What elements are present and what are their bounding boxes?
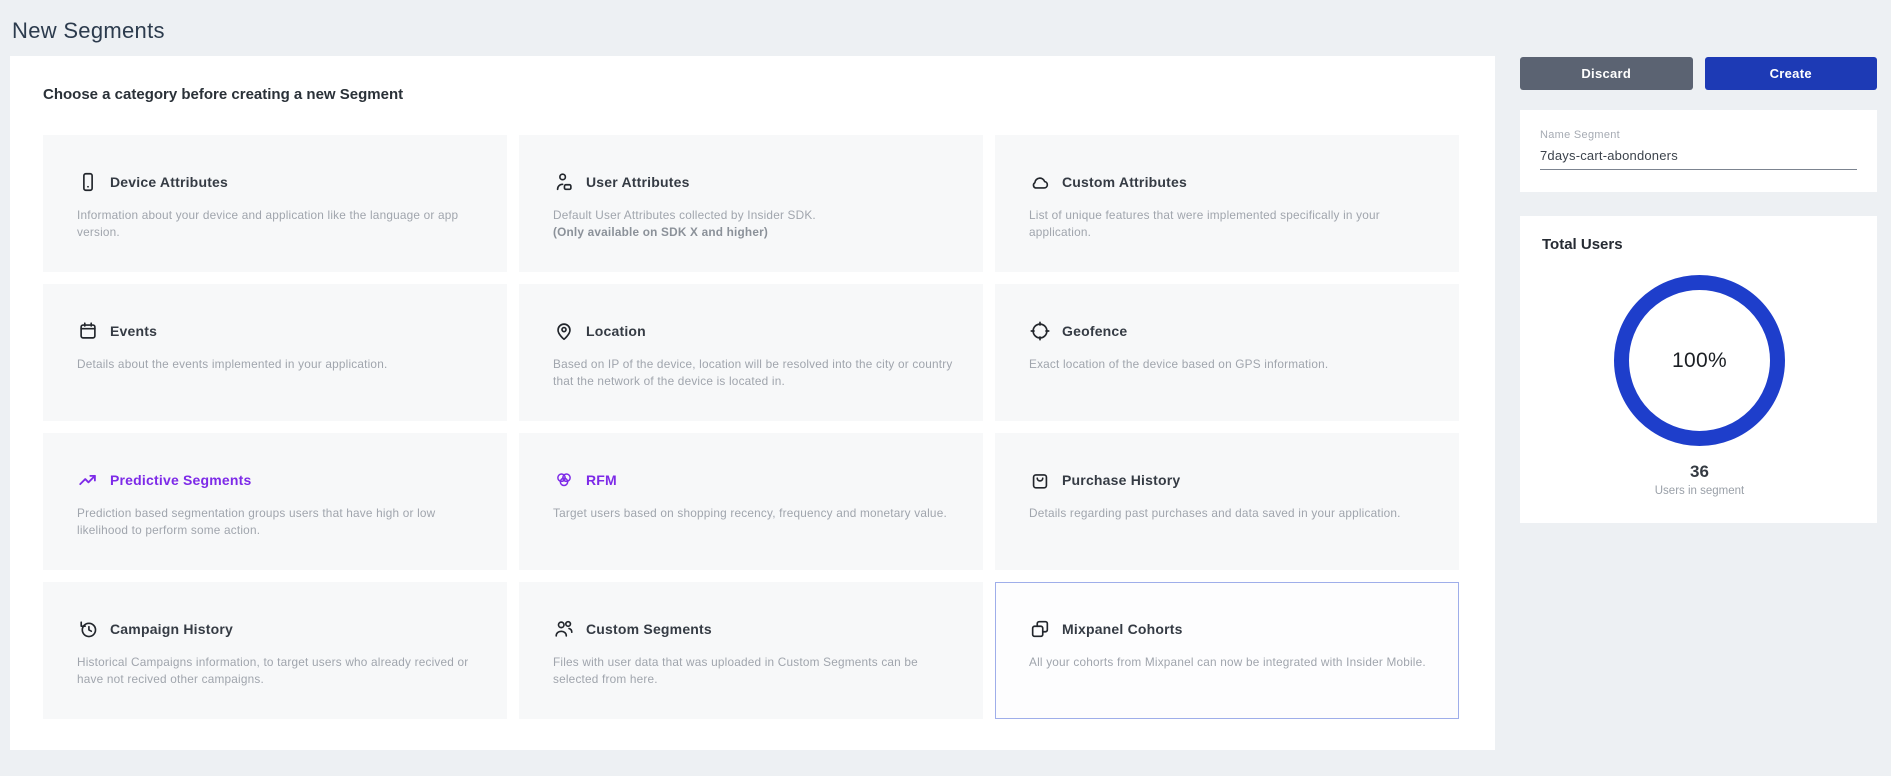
card-head: Geofence	[1029, 319, 1436, 343]
category-card-campaign-history[interactable]: Campaign History Historical Campaigns in…	[43, 582, 507, 719]
calendar-icon	[77, 320, 99, 342]
total-users-heading: Total Users	[1542, 236, 1857, 253]
total-users-card: Total Users 100% 36 Users in segment	[1520, 216, 1877, 523]
venn-icon	[553, 469, 575, 491]
history-clock-icon	[77, 618, 99, 640]
category-title: Events	[110, 323, 157, 339]
overlap-squares-icon	[1029, 618, 1051, 640]
category-card-geofence[interactable]: Geofence Exact location of the device ba…	[995, 284, 1459, 421]
category-card-custom-attributes[interactable]: Custom Attributes List of unique feature…	[995, 135, 1459, 272]
shopping-bag-icon	[1029, 469, 1051, 491]
name-segment-label: Name Segment	[1540, 129, 1857, 141]
category-card-user-attributes[interactable]: User Attributes Default User Attributes …	[519, 135, 983, 272]
category-title: Location	[586, 323, 646, 339]
card-head: Events	[77, 319, 484, 343]
category-description: Default User Attributes collected by Ins…	[553, 207, 955, 224]
category-description-note: (Only available on SDK X and higher)	[553, 224, 955, 241]
category-description: Target users based on shopping recency, …	[553, 505, 955, 522]
category-title: Purchase History	[1062, 472, 1180, 488]
category-description: Information about your device and applic…	[77, 207, 479, 241]
category-title: Mixpanel Cohorts	[1062, 621, 1183, 637]
card-head: Custom Segments	[553, 617, 960, 641]
card-head: RFM	[553, 468, 960, 492]
category-title: Custom Attributes	[1062, 174, 1187, 190]
category-title: Custom Segments	[586, 621, 712, 637]
category-card-custom-segments[interactable]: Custom Segments Files with user data tha…	[519, 582, 983, 719]
card-head: Custom Attributes	[1029, 170, 1436, 194]
category-panel: Choose a category before creating a new …	[10, 56, 1495, 750]
crosshair-icon	[1029, 320, 1051, 342]
category-description: Files with user data that was uploaded i…	[553, 654, 955, 688]
discard-button[interactable]: Discard	[1520, 57, 1693, 90]
card-head: Location	[553, 319, 960, 343]
category-description: Details regarding past purchases and dat…	[1029, 505, 1431, 522]
category-description: Exact location of the device based on GP…	[1029, 356, 1431, 373]
category-title: Geofence	[1062, 323, 1127, 339]
category-title: User Attributes	[586, 174, 690, 190]
category-card-predictive-segments[interactable]: Predictive Segments Prediction based seg…	[43, 433, 507, 570]
category-description: List of unique features that were implem…	[1029, 207, 1431, 241]
trend-up-icon	[77, 469, 99, 491]
category-title: RFM	[586, 472, 617, 488]
new-segments-page: New Segments Choose a category before cr…	[0, 0, 1891, 776]
category-card-mixpanel-cohorts[interactable]: Mixpanel Cohorts All your cohorts from M…	[995, 582, 1459, 719]
card-head: Device Attributes	[77, 170, 484, 194]
create-button[interactable]: Create	[1705, 57, 1878, 90]
card-head: Campaign History	[77, 617, 484, 641]
category-card-events[interactable]: Events Details about the events implemen…	[43, 284, 507, 421]
category-description: Details about the events implemented in …	[77, 356, 479, 373]
card-head: User Attributes	[553, 170, 960, 194]
category-description: Based on IP of the device, location will…	[553, 356, 955, 390]
card-head: Mixpanel Cohorts	[1029, 617, 1436, 641]
category-card-rfm[interactable]: RFM Target users based on shopping recen…	[519, 433, 983, 570]
layout: Choose a category before creating a new …	[0, 56, 1891, 750]
category-title: Predictive Segments	[110, 472, 252, 488]
users-caption: Users in segment	[1542, 485, 1857, 497]
category-title: Campaign History	[110, 621, 233, 637]
category-title: Device Attributes	[110, 174, 228, 190]
segment-sidebar: Discard Create Name Segment Total Users …	[1520, 56, 1877, 523]
name-segment-input[interactable]	[1540, 148, 1857, 170]
donut-percent-label: 100%	[1672, 349, 1727, 373]
category-description: All your cohorts from Mixpanel can now b…	[1029, 654, 1431, 671]
phone-icon	[77, 171, 99, 193]
panel-heading: Choose a category before creating a new …	[43, 86, 1459, 103]
page-title: New Segments	[0, 0, 1891, 56]
users-icon	[553, 618, 575, 640]
category-card-location[interactable]: Location Based on IP of the device, loca…	[519, 284, 983, 421]
name-segment-card: Name Segment	[1520, 110, 1877, 192]
category-grid: Device Attributes Information about your…	[43, 135, 1459, 719]
action-buttons: Discard Create	[1520, 57, 1877, 90]
category-card-device-attributes[interactable]: Device Attributes Information about your…	[43, 135, 507, 272]
category-card-purchase-history[interactable]: Purchase History Details regarding past …	[995, 433, 1459, 570]
category-description: Historical Campaigns information, to tar…	[77, 654, 479, 688]
user-badge-icon	[553, 171, 575, 193]
map-pin-icon	[553, 320, 575, 342]
category-description: Prediction based segmentation groups use…	[77, 505, 479, 539]
users-count: 36	[1542, 462, 1857, 482]
card-head: Purchase History	[1029, 468, 1436, 492]
users-donut-chart: 100%	[1614, 275, 1785, 446]
cloud-icon	[1029, 171, 1051, 193]
card-head: Predictive Segments	[77, 468, 484, 492]
